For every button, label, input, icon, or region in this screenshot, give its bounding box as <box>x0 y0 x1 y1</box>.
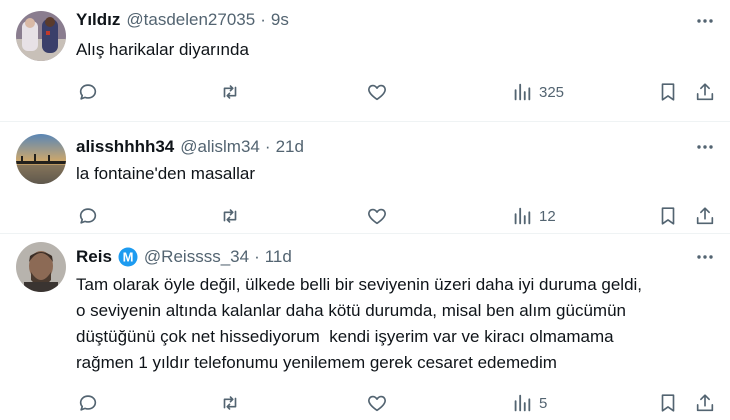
tweet-text-line: rağmen 1 yıldır telefonumu yenilemem ger… <box>76 353 557 372</box>
user-handle[interactable]: @alislm34 <box>180 137 260 157</box>
tweet-text: Alış harikalar diyarında <box>76 40 249 59</box>
user-handle[interactable]: @Reissss_34 <box>144 247 249 267</box>
avatar[interactable] <box>16 134 66 184</box>
tweet-3[interactable]: Reis M @Reissss_34 · 11d Tam olarak öyle… <box>0 234 730 420</box>
more-dots-icon[interactable] <box>694 246 716 268</box>
more-dots-icon[interactable] <box>694 136 716 158</box>
more-dots-icon[interactable] <box>694 10 716 32</box>
share-button[interactable] <box>694 80 716 104</box>
user-name[interactable]: Reis <box>76 247 112 267</box>
tweet-text-line: Tam olarak öyle değil, ülkede belli bir … <box>76 275 643 294</box>
share-icon <box>696 394 714 412</box>
views-count: 5 <box>539 394 548 412</box>
tweet-text: Tam olarak öyle değil, ülkede belli bir … <box>76 272 716 376</box>
heart-icon <box>368 395 386 412</box>
retweet-button[interactable] <box>219 391 247 415</box>
retweet-button[interactable] <box>219 80 247 104</box>
tweet-1[interactable]: Yıldız @tasdelen27035 · 9s Alış harikala… <box>0 0 730 120</box>
separator: · <box>260 10 266 29</box>
reply-icon <box>79 208 97 224</box>
retweet-button[interactable] <box>219 204 247 228</box>
tweet-actions: 12 <box>74 204 720 228</box>
tweet-header: alisshhhh34 @alislm34 · 21d <box>76 135 304 159</box>
bookmark-icon <box>661 83 675 101</box>
heart-icon <box>368 208 386 225</box>
bookmark-icon <box>661 394 675 412</box>
bookmark-button[interactable] <box>657 80 679 104</box>
reply-button[interactable] <box>77 204 105 228</box>
retweet-icon <box>223 209 237 223</box>
share-icon <box>696 207 714 225</box>
bookmark-icon <box>661 207 675 225</box>
views-chart-icon <box>514 394 531 412</box>
share-button[interactable] <box>694 391 716 415</box>
like-button[interactable] <box>366 80 394 104</box>
tweet-header: Reis M @Reissss_34 · 11d <box>76 245 292 269</box>
reply-button[interactable] <box>77 80 105 104</box>
views-chart-icon <box>514 83 531 101</box>
user-name[interactable]: Yıldız <box>76 10 120 30</box>
share-button[interactable] <box>694 204 716 228</box>
retweet-icon <box>223 396 237 410</box>
tweet-actions: 325 <box>74 80 720 104</box>
views-button[interactable]: 12 <box>511 204 556 228</box>
reply-button[interactable] <box>77 391 105 415</box>
share-icon <box>696 83 714 101</box>
heart-icon <box>368 84 386 101</box>
views-button[interactable]: 325 <box>511 80 564 104</box>
tweet-text: la fontaine'den masallar <box>76 164 256 183</box>
separator: · <box>254 247 260 266</box>
tweet-header: Yıldız @tasdelen27035 · 9s <box>76 8 289 32</box>
tweet-actions: 5 <box>74 391 720 415</box>
timestamp[interactable]: 11d <box>265 247 292 267</box>
retweet-icon <box>223 85 237 99</box>
timestamp[interactable]: 9s <box>271 10 289 30</box>
views-count: 325 <box>539 83 565 101</box>
bookmark-button[interactable] <box>657 391 679 415</box>
reply-icon <box>79 84 97 100</box>
bookmark-button[interactable] <box>657 204 679 228</box>
avatar[interactable] <box>16 11 66 61</box>
views-button[interactable]: 5 <box>511 391 547 415</box>
tweet-2[interactable]: alisshhhh34 @alislm34 · 21d la fontaine'… <box>0 122 730 232</box>
tweet-text-line: düştüğünü çok net hissediyorum kendi işy… <box>76 327 614 346</box>
views-count: 12 <box>539 207 556 225</box>
like-button[interactable] <box>366 391 394 415</box>
views-chart-icon <box>514 207 531 225</box>
user-handle[interactable]: @tasdelen27035 <box>126 10 255 30</box>
reply-icon <box>79 395 97 411</box>
badge-letter: M <box>123 250 134 265</box>
badge-icon: M <box>118 247 138 267</box>
like-button[interactable] <box>366 204 394 228</box>
tweet-text-line: o seviyenin altında kalanlar daha kötü d… <box>76 301 626 320</box>
separator: · <box>264 137 271 156</box>
user-name[interactable]: alisshhhh34 <box>76 137 174 157</box>
avatar[interactable] <box>16 242 66 292</box>
timestamp[interactable]: 21d <box>276 137 304 157</box>
